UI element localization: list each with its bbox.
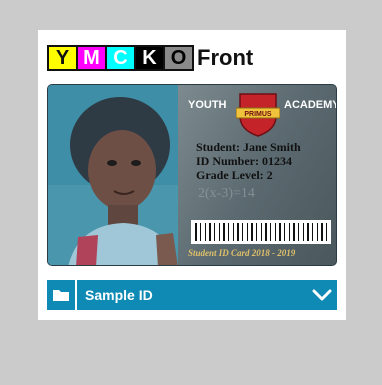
svg-text:2(x-3)=14: 2(x-3)=14: [198, 186, 255, 201]
card-side-label: Front: [197, 45, 254, 70]
card-preview-panel: Y M C K O Front 2(x-3)=14 √x 4 YOUTH ACA…: [38, 30, 346, 320]
crest-text: PRIMUS: [244, 111, 272, 118]
student-id: ID Number: 01234: [196, 154, 292, 168]
channel-yellow: Y: [49, 47, 78, 69]
expand-dropdown-button[interactable]: [307, 280, 337, 310]
school-name-right: ACADEMY: [284, 99, 337, 111]
student-name: Student: Jane Smith: [196, 140, 301, 154]
chevron-down-icon: [312, 289, 332, 301]
ribbon-panel-legend: Y M C K O Front: [47, 44, 253, 72]
student-photo: [48, 85, 188, 265]
template-selector[interactable]: Sample ID: [47, 280, 337, 310]
ribbon-color-chips: Y M C K O: [47, 45, 194, 71]
school-crest-icon: PRIMUS: [236, 93, 280, 137]
channel-black: K: [136, 47, 165, 69]
id-card-preview: 2(x-3)=14 √x + 4 YOUTH ACADEMY PRIMUS St…: [47, 84, 337, 266]
card-footer-text: Student ID Card 2018 - 2019: [188, 248, 296, 258]
template-selected-value[interactable]: Sample ID: [85, 287, 307, 303]
channel-overlay: O: [165, 47, 192, 69]
folder-icon: [53, 290, 69, 301]
channel-cyan: C: [107, 47, 136, 69]
school-name-left: YOUTH: [188, 99, 227, 111]
channel-magenta: M: [78, 47, 107, 69]
barcode: [191, 220, 331, 244]
student-grade: Grade Level: 2: [196, 168, 273, 182]
student-photo-image: [48, 85, 188, 265]
open-folder-button[interactable]: [47, 280, 77, 310]
